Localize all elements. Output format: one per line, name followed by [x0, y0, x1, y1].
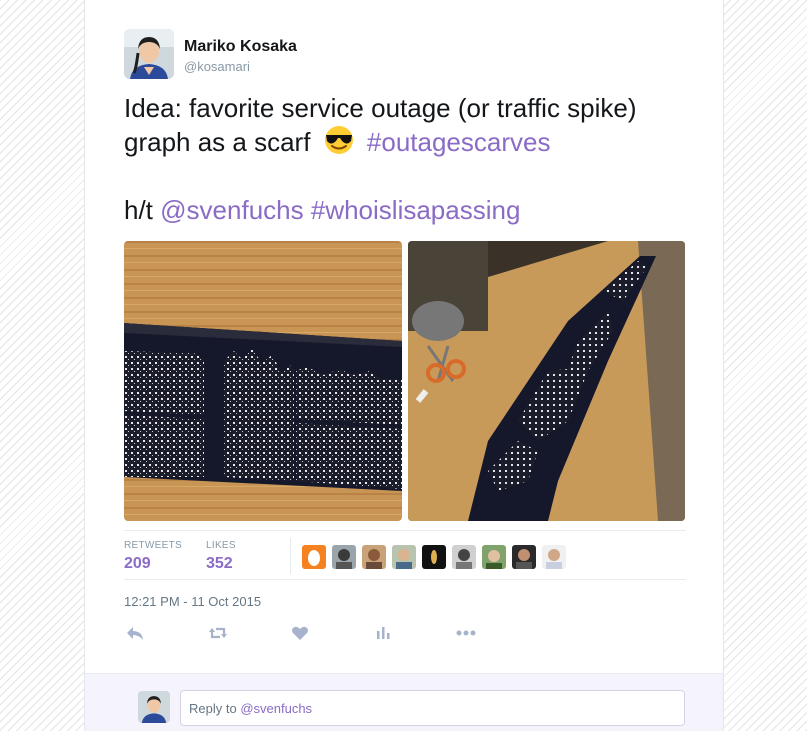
likes-label: LIKES [206, 540, 236, 551]
like-icon[interactable] [289, 622, 311, 644]
retweets-stat[interactable]: RETWEETS 209 [124, 540, 182, 573]
analytics-icon[interactable] [372, 622, 394, 644]
liker-avatar[interactable] [482, 545, 506, 569]
retweet-icon[interactable] [207, 622, 229, 644]
tweet-line-1: Idea: favorite service outage (or traffi… [124, 93, 637, 123]
liker-avatar[interactable] [422, 545, 446, 569]
likes-stat[interactable]: LIKES 352 [206, 540, 236, 573]
liker-avatars [302, 545, 566, 569]
liker-avatar[interactable] [362, 545, 386, 569]
retweets-count: 209 [124, 555, 151, 572]
media-photo-1[interactable] [124, 241, 402, 521]
author-name[interactable]: Mariko Kosaka [184, 38, 297, 56]
likes-count: 352 [206, 555, 233, 572]
liker-avatar[interactable] [302, 545, 326, 569]
reply-icon[interactable] [124, 622, 146, 644]
author-handle[interactable]: @kosamari [184, 59, 250, 74]
author-avatar[interactable] [124, 29, 174, 79]
more-icon[interactable] [455, 622, 477, 644]
liker-avatar[interactable] [452, 545, 476, 569]
tweet-stats: RETWEETS 209 LIKES 352 [124, 530, 686, 580]
tweet-card: Mariko Kosaka @kosamari Idea: favorite s… [84, 0, 724, 731]
sunglasses-emoji-icon [322, 125, 356, 155]
tweet-timestamp[interactable]: 12:21 PM - 11 Oct 2015 [124, 594, 261, 609]
liker-avatar[interactable] [332, 545, 356, 569]
tweet-line-2-text: graph as a scarf [124, 127, 311, 157]
stats-divider [290, 538, 291, 574]
reply-bar: Reply to @svenfuchs [85, 673, 723, 731]
reply-prefix: Reply to [189, 701, 237, 716]
tweet-line-3: h/t @svenfuchs #whoislisapassing [124, 193, 704, 227]
reply-input[interactable]: Reply to @svenfuchs [180, 690, 685, 726]
liker-avatar[interactable] [392, 545, 416, 569]
tweet-actions [124, 622, 524, 644]
media-photo-2[interactable] [408, 241, 685, 521]
retweets-label: RETWEETS [124, 540, 182, 551]
mention-svenfuchs[interactable]: @svenfuchs [160, 195, 303, 225]
liker-avatar[interactable] [542, 545, 566, 569]
current-user-avatar [138, 691, 170, 723]
hashtag-whoislisapassing[interactable]: #whoislisapassing [311, 195, 521, 225]
liker-avatar[interactable] [512, 545, 536, 569]
tweet-line-2: graph as a scarf #outagescarves [124, 125, 704, 159]
hashtag-outagescarves[interactable]: #outagescarves [367, 127, 551, 157]
hat-tip-prefix: h/t [124, 195, 153, 225]
reply-mention: @svenfuchs [240, 701, 313, 716]
tweet-text: Idea: favorite service outage (or traffi… [124, 91, 704, 227]
